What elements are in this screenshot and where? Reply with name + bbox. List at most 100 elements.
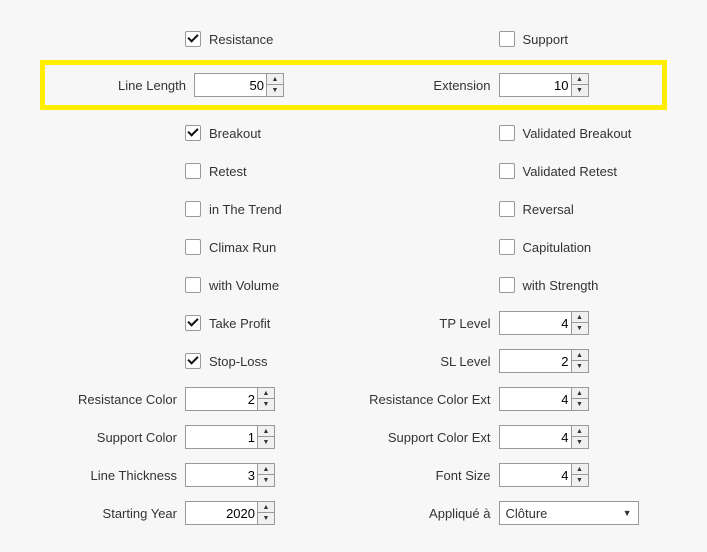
spinner-extension[interactable]: ▲ ▼: [499, 73, 589, 97]
checkbox-support[interactable]: [499, 31, 515, 47]
spin-down-icon[interactable]: ▼: [258, 475, 274, 486]
row-retest: Retest Validated Retest: [40, 152, 667, 190]
row-climax-capitulation: Climax Run Capitulation: [40, 228, 667, 266]
checkbox-stop-loss[interactable]: [185, 353, 201, 369]
label-support-color-ext: Support Color Ext: [354, 430, 499, 445]
select-applied-to[interactable]: Clôture ▼: [499, 501, 639, 525]
spin-up-icon[interactable]: ▲: [258, 426, 274, 437]
input-extension[interactable]: [500, 74, 571, 96]
spinner-support-color-ext[interactable]: ▲ ▼: [499, 425, 589, 449]
label-support: Support: [523, 32, 569, 47]
spin-down-icon[interactable]: ▼: [258, 399, 274, 410]
label-sl-level: SL Level: [354, 354, 499, 369]
spinner-sl-level[interactable]: ▲ ▼: [499, 349, 589, 373]
spinner-tp-level[interactable]: ▲ ▼: [499, 311, 589, 335]
input-support-color[interactable]: [186, 426, 257, 448]
row-trend: in The Trend Reversal: [40, 190, 667, 228]
checkbox-capitulation[interactable]: [499, 239, 515, 255]
row-year-applied: Starting Year ▲ ▼ Appliqué à Clôture ▼: [40, 494, 667, 532]
checkbox-take-profit[interactable]: [185, 315, 201, 331]
input-tp-level[interactable]: [500, 312, 571, 334]
spinner-line-thickness[interactable]: ▲ ▼: [185, 463, 275, 487]
label-resistance-color: Resistance Color: [40, 392, 185, 407]
spin-down-icon[interactable]: ▼: [572, 399, 588, 410]
row-line-thickness-font: Line Thickness ▲ ▼ Font Size ▲ ▼: [40, 456, 667, 494]
label-applied-to: Appliqué à: [354, 506, 499, 521]
checkbox-with-strength[interactable]: [499, 277, 515, 293]
spin-down-icon[interactable]: ▼: [572, 475, 588, 486]
label-reversal: Reversal: [523, 202, 574, 217]
select-applied-to-value: Clôture: [506, 506, 548, 521]
spin-up-icon[interactable]: ▲: [572, 426, 588, 437]
label-line-length: Line Length: [49, 78, 194, 93]
label-capitulation: Capitulation: [523, 240, 592, 255]
spin-up-icon[interactable]: ▲: [258, 464, 274, 475]
row-resistance-color: Resistance Color ▲ ▼ Resistance Color Ex…: [40, 380, 667, 418]
label-with-volume: with Volume: [209, 278, 279, 293]
label-breakout: Breakout: [209, 126, 261, 141]
label-take-profit: Take Profit: [209, 316, 270, 331]
spin-up-icon[interactable]: ▲: [572, 74, 588, 85]
spin-up-icon[interactable]: ▲: [572, 312, 588, 323]
label-retest: Retest: [209, 164, 247, 179]
row-volume-strength: with Volume with Strength: [40, 266, 667, 304]
label-in-trend: in The Trend: [209, 202, 282, 217]
row-take-profit: Take Profit TP Level ▲ ▼: [40, 304, 667, 342]
spinner-resistance-color-ext[interactable]: ▲ ▼: [499, 387, 589, 411]
spin-down-icon[interactable]: ▼: [572, 323, 588, 334]
checkbox-resistance[interactable]: [185, 31, 201, 47]
input-starting-year[interactable]: [186, 502, 257, 524]
spin-down-icon[interactable]: ▼: [267, 85, 283, 96]
spin-down-icon[interactable]: ▼: [258, 513, 274, 524]
label-validated-retest: Validated Retest: [523, 164, 617, 179]
label-support-color: Support Color: [40, 430, 185, 445]
checkbox-validated-breakout[interactable]: [499, 125, 515, 141]
row-support-color: Support Color ▲ ▼ Support Color Ext ▲ ▼: [40, 418, 667, 456]
input-sl-level[interactable]: [500, 350, 571, 372]
row-stop-loss: Stop-Loss SL Level ▲ ▼: [40, 342, 667, 380]
spin-up-icon[interactable]: ▲: [258, 388, 274, 399]
spin-up-icon[interactable]: ▲: [258, 502, 274, 513]
input-resistance-color[interactable]: [186, 388, 257, 410]
chevron-down-icon: ▼: [623, 508, 632, 518]
spin-up-icon[interactable]: ▲: [267, 74, 283, 85]
spin-down-icon[interactable]: ▼: [572, 361, 588, 372]
checkbox-breakout[interactable]: [185, 125, 201, 141]
label-starting-year: Starting Year: [40, 506, 185, 521]
spinner-resistance-color[interactable]: ▲ ▼: [185, 387, 275, 411]
spinner-font-size[interactable]: ▲ ▼: [499, 463, 589, 487]
spin-down-icon[interactable]: ▼: [572, 437, 588, 448]
checkbox-reversal[interactable]: [499, 201, 515, 217]
spin-up-icon[interactable]: ▲: [572, 388, 588, 399]
label-font-size: Font Size: [354, 468, 499, 483]
label-resistance: Resistance: [209, 32, 273, 47]
row-breakout: Breakout Validated Breakout: [40, 114, 667, 152]
input-resistance-color-ext[interactable]: [500, 388, 571, 410]
input-line-length[interactable]: [195, 74, 266, 96]
input-support-color-ext[interactable]: [500, 426, 571, 448]
label-extension: Extension: [354, 78, 499, 93]
label-with-strength: with Strength: [523, 278, 599, 293]
row-resistance-support: Resistance Support: [40, 20, 667, 58]
label-stop-loss: Stop-Loss: [209, 354, 268, 369]
label-resistance-color-ext: Resistance Color Ext: [354, 392, 499, 407]
checkbox-validated-retest[interactable]: [499, 163, 515, 179]
label-validated-breakout: Validated Breakout: [523, 126, 632, 141]
checkbox-in-trend[interactable]: [185, 201, 201, 217]
checkbox-with-volume[interactable]: [185, 277, 201, 293]
input-line-thickness[interactable]: [186, 464, 257, 486]
label-tp-level: TP Level: [354, 316, 499, 331]
label-line-thickness: Line Thickness: [40, 468, 185, 483]
input-font-size[interactable]: [500, 464, 571, 486]
checkbox-retest[interactable]: [185, 163, 201, 179]
spin-down-icon[interactable]: ▼: [572, 85, 588, 96]
spin-up-icon[interactable]: ▲: [572, 350, 588, 361]
spin-up-icon[interactable]: ▲: [572, 464, 588, 475]
highlight-line-settings: Line Length ▲ ▼ Extension ▲ ▼: [40, 60, 667, 110]
spinner-starting-year[interactable]: ▲ ▼: [185, 501, 275, 525]
spin-down-icon[interactable]: ▼: [258, 437, 274, 448]
label-climax-run: Climax Run: [209, 240, 276, 255]
spinner-line-length[interactable]: ▲ ▼: [194, 73, 284, 97]
spinner-support-color[interactable]: ▲ ▼: [185, 425, 275, 449]
checkbox-climax-run[interactable]: [185, 239, 201, 255]
